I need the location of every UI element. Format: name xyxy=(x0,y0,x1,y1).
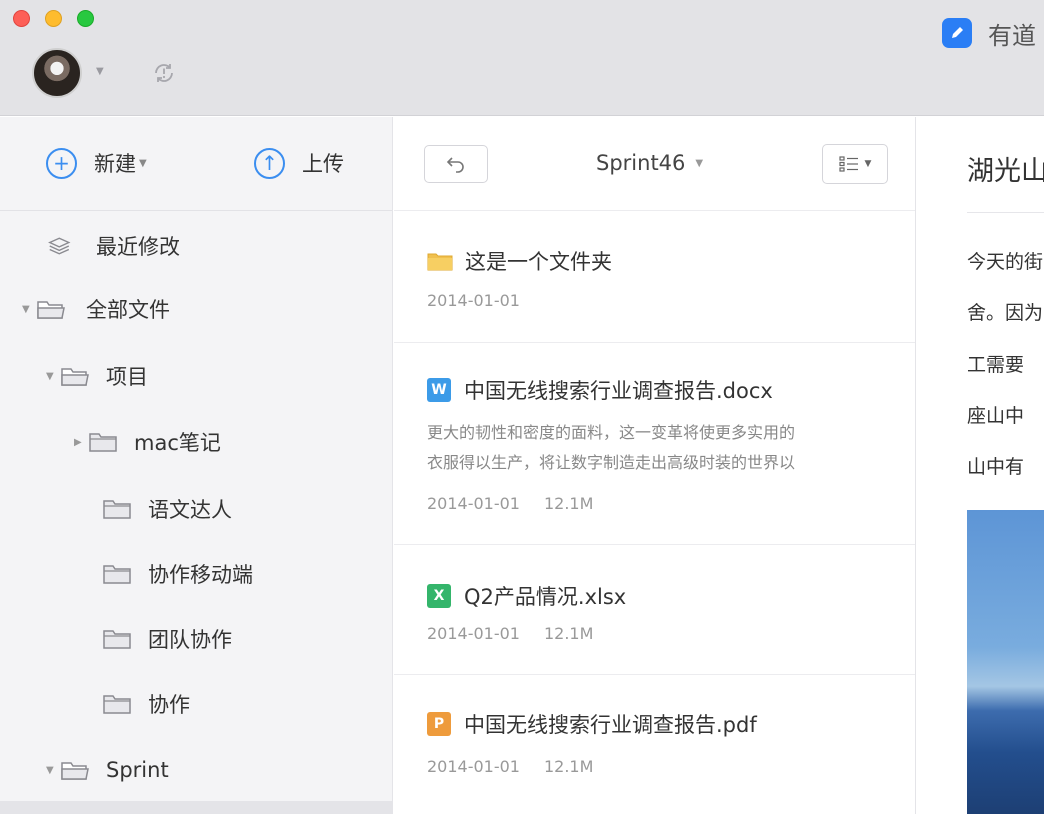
folder-title-dropdown[interactable]: Sprint46 ▼ xyxy=(596,151,703,175)
expand-caret-icon[interactable]: ▼ xyxy=(46,371,60,382)
file-size: 12.1M xyxy=(543,757,594,776)
sidebar-item-label: Sprint xyxy=(106,758,169,782)
sidebar-item-selected-partial[interactable] xyxy=(0,801,392,814)
close-window-button[interactable] xyxy=(13,10,30,27)
new-button[interactable]: + 新建 ▼ xyxy=(46,145,147,181)
sidebar-item-label: 全部文件 xyxy=(86,298,170,322)
folder-open-icon xyxy=(61,762,89,780)
file-title-row: 这是一个文件夹 xyxy=(427,246,612,276)
file-list-item[interactable]: 这是一个文件夹 2014-01-01 xyxy=(394,212,915,343)
file-name: 中国无线搜索行业调查报告.pdf xyxy=(464,713,757,737)
preview-text-line: 舍。因为 xyxy=(967,302,1044,324)
preview-pane: 湖光山 今天的街 舍。因为 工需要 座山中 山中有 xyxy=(917,117,1044,814)
list-view-icon xyxy=(838,156,858,172)
file-list-item[interactable]: X Q2产品情况.xlsx 2014-01-01 12.1M xyxy=(394,545,915,675)
file-size: 12.1M xyxy=(543,494,594,513)
view-mode-button[interactable]: ▼ xyxy=(822,144,888,184)
expand-caret-icon[interactable]: ▼ xyxy=(22,304,36,315)
word-doc-icon: W xyxy=(427,378,451,402)
collapse-caret-icon[interactable]: ▶ xyxy=(74,437,88,448)
folder-icon xyxy=(103,565,131,584)
sidebar-item-label: mac笔记 xyxy=(134,431,221,455)
upload-arrow-icon: ↑ xyxy=(254,147,285,179)
file-name: 这是一个文件夹 xyxy=(465,250,612,274)
pdf-doc-icon: P xyxy=(427,712,451,736)
zoom-window-button[interactable] xyxy=(77,10,94,27)
sync-icon[interactable] xyxy=(150,59,178,87)
file-snippet-line: 衣服得以生产，将让数字制造走出高级时装的世界以 xyxy=(427,453,796,472)
file-date: 2014-01-01 xyxy=(427,494,520,513)
file-list-item[interactable]: W 中国无线搜索行业调查报告.docx 更大的韧性和密度的面料，这一变革将使更多… xyxy=(394,343,915,545)
folder-icon xyxy=(89,433,117,452)
preview-divider xyxy=(967,212,1044,213)
file-date: 2014-01-01 xyxy=(427,624,520,643)
file-name: 中国无线搜索行业调查报告.docx xyxy=(464,379,773,403)
app-logo-icon xyxy=(942,18,972,48)
file-snippet-line: 更大的韧性和密度的面料，这一变革将使更多实用的 xyxy=(427,423,796,442)
chevron-down-icon: ▼ xyxy=(695,157,704,169)
preview-text-line: 山中有 xyxy=(967,456,1025,478)
folder-title: Sprint46 xyxy=(596,151,686,175)
user-avatar[interactable] xyxy=(32,48,82,98)
folder-icon xyxy=(103,500,131,519)
file-title-row: W 中国无线搜索行业调查报告.docx xyxy=(427,375,773,405)
plus-icon: + xyxy=(46,147,77,179)
sidebar-item-label: 语文达人 xyxy=(148,498,232,522)
preview-title: 湖光山 xyxy=(967,156,1044,187)
file-meta: 2014-01-01 12.1M xyxy=(427,624,593,643)
back-arrow-icon xyxy=(446,157,464,173)
file-list-panel: Sprint46 ▼ ▼ 这是一个文件夹 2014-01-01 W 中国无线搜索… xyxy=(394,117,916,814)
sidebar-item-all-files[interactable]: ▼ 全部文件 xyxy=(22,287,170,331)
minimize-window-button[interactable] xyxy=(45,10,62,27)
sidebar-item-collab-mobile[interactable]: 协作移动端 xyxy=(102,552,253,596)
sidebar-actions: + 新建 ▼ ↑ 上传 xyxy=(0,117,392,211)
app-name: 有道 xyxy=(988,22,1036,50)
file-meta: 2014-01-01 xyxy=(427,291,520,310)
folder-icon xyxy=(103,695,131,714)
file-date: 2014-01-01 xyxy=(427,291,520,310)
file-date: 2014-01-01 xyxy=(427,757,520,776)
sidebar-item-label: 最近修改 xyxy=(96,235,180,259)
preview-landscape-image xyxy=(967,510,1044,814)
sidebar: + 新建 ▼ ↑ 上传 最近修改 ▼ 全部文件 ▼ 项目 ▶ mac笔记 语文达… xyxy=(0,117,393,814)
preview-text-line: 今天的街 xyxy=(967,251,1044,273)
account-menu-caret-icon[interactable]: ▼ xyxy=(96,66,104,77)
sidebar-item-collab[interactable]: 协作 xyxy=(102,682,190,726)
layers-icon xyxy=(48,237,71,255)
file-title-row: X Q2产品情况.xlsx xyxy=(427,581,626,611)
title-bar: ▼ 有道 xyxy=(0,0,1044,116)
file-list-header: Sprint46 ▼ ▼ xyxy=(394,117,915,211)
file-name: Q2产品情况.xlsx xyxy=(464,585,627,609)
preview-text-line: 座山中 xyxy=(967,405,1025,427)
sidebar-item-label: 协作移动端 xyxy=(148,563,253,587)
sidebar-item-label: 项目 xyxy=(106,365,148,389)
folder-icon xyxy=(103,630,131,649)
upload-button-label: 上传 xyxy=(302,152,344,176)
folder-open-icon xyxy=(61,368,89,386)
sidebar-item-chinese-expert[interactable]: 语文达人 xyxy=(102,487,232,531)
sidebar-item-project[interactable]: ▼ 项目 xyxy=(46,354,148,398)
file-list-item[interactable]: P 中国无线搜索行业调查报告.pdf 2014-01-01 12.1M xyxy=(394,675,915,814)
file-meta: 2014-01-01 12.1M xyxy=(427,494,593,513)
sidebar-item-team-collab[interactable]: 团队协作 xyxy=(102,617,232,661)
sidebar-item-sprint[interactable]: ▼ Sprint xyxy=(46,748,169,792)
upload-button[interactable]: ↑ 上传 xyxy=(254,145,344,181)
sidebar-item-label: 协作 xyxy=(148,693,190,717)
preview-text-line: 工需要 xyxy=(967,354,1025,376)
back-button[interactable] xyxy=(424,145,488,183)
excel-sheet-icon: X xyxy=(427,584,451,608)
sidebar-item-mac-notes[interactable]: ▶ mac笔记 xyxy=(74,420,221,464)
sidebar-item-label: 团队协作 xyxy=(148,628,232,652)
file-size: 12.1M xyxy=(543,624,594,643)
file-meta: 2014-01-01 12.1M xyxy=(427,757,593,776)
sidebar-item-recent[interactable]: 最近修改 xyxy=(48,224,180,268)
file-title-row: P 中国无线搜索行业调查报告.pdf xyxy=(427,709,757,739)
new-button-label: 新建 xyxy=(94,152,136,176)
expand-caret-icon[interactable]: ▼ xyxy=(46,765,60,776)
chevron-down-icon: ▼ xyxy=(864,159,872,169)
folder-open-icon xyxy=(37,301,65,319)
folder-icon xyxy=(427,253,453,271)
chevron-down-icon: ▼ xyxy=(139,157,147,169)
